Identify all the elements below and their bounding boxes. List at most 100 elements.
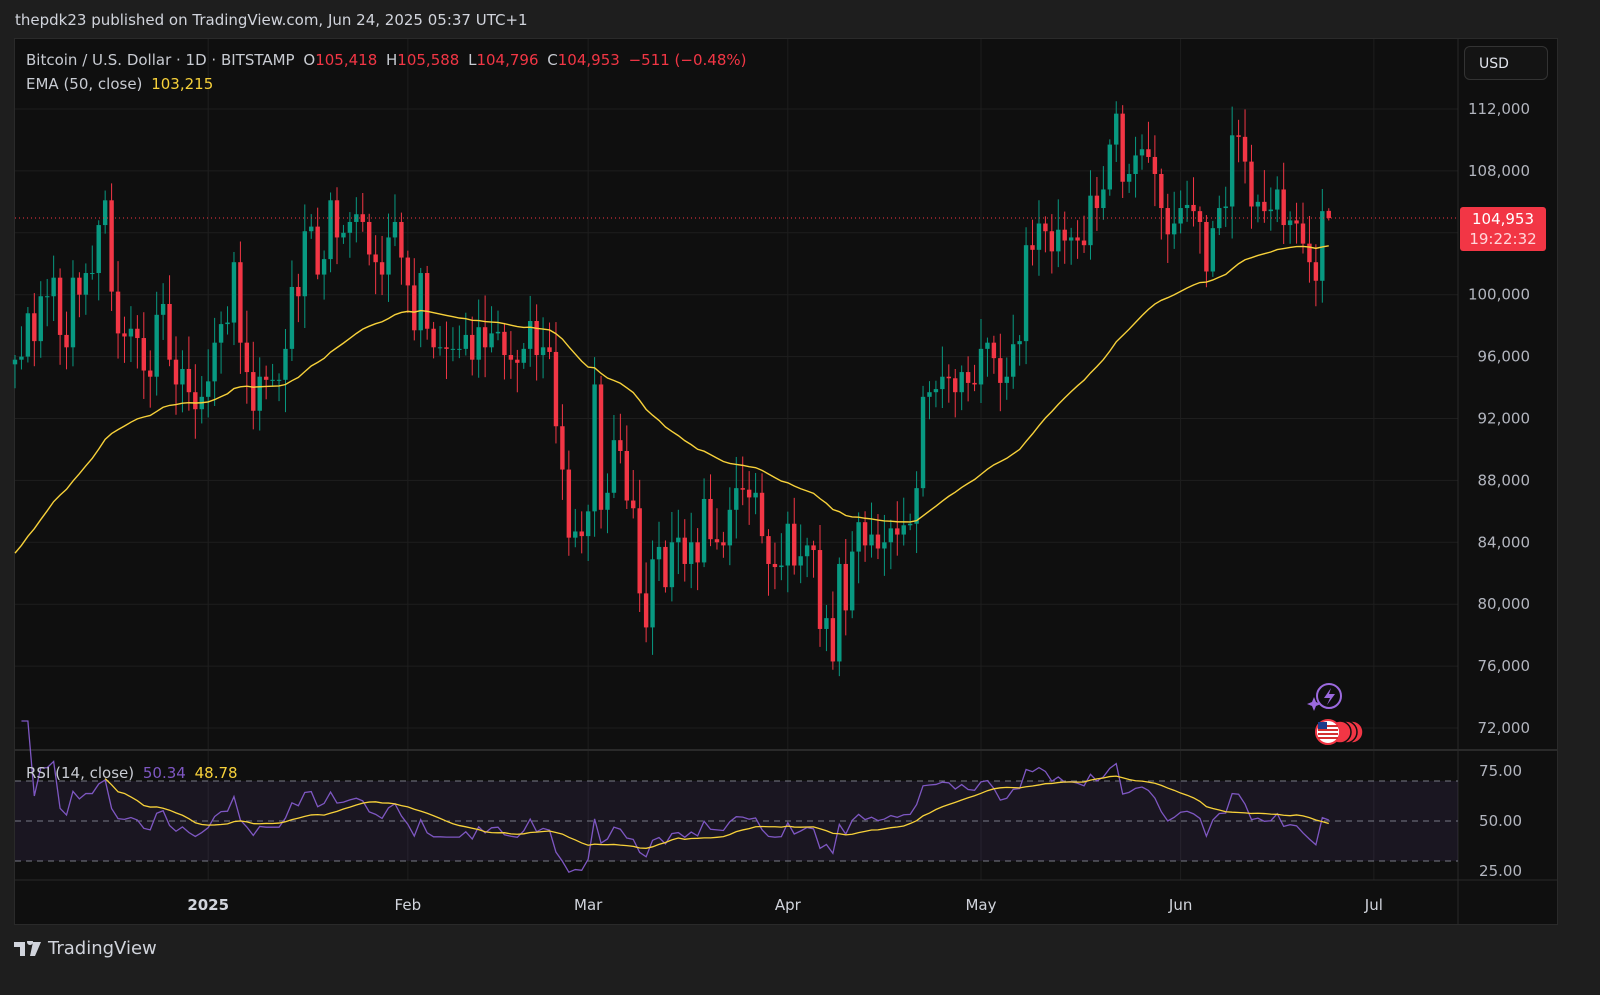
candle-body [270,379,275,381]
candle [283,328,288,413]
candle-body [38,296,43,342]
flag-stripe [1318,737,1338,739]
candle-body [1300,223,1306,244]
candle-body [1088,195,1093,246]
candle-body [399,221,404,258]
candle-body [547,347,552,352]
time-tick-label: May [965,896,996,914]
candle-body [869,534,874,546]
candle-body [1326,210,1331,219]
candle [412,258,417,341]
candle [1036,200,1042,276]
candle-body [817,550,823,629]
candle-body [856,522,861,552]
close-value: 104,953 [557,51,620,69]
candle [985,337,990,377]
candle [631,470,636,519]
candle-body [289,286,295,349]
ema-label[interactable]: EMA (50, close) [26,75,142,93]
candle [90,245,95,280]
candle-body [102,200,108,226]
candle [276,373,282,402]
candle-body [624,450,629,501]
candle [476,299,481,378]
candle-body [985,342,990,349]
candle-body [592,384,597,512]
candle-body [566,469,572,538]
candle-body [489,333,494,348]
candle-body [1043,223,1048,232]
candle-body [579,531,584,537]
candle [676,509,681,575]
candle-body [32,313,37,342]
symbol-name[interactable]: Bitcoin / U.S. Dollar · 1D · BITSTAMP [26,51,295,69]
candle-body [122,333,127,337]
candle [379,235,385,296]
candle [38,281,43,358]
candle [495,310,501,341]
candle-body [482,327,488,348]
candle [1062,211,1067,264]
candle [1326,208,1331,221]
candle [263,365,269,400]
candle-body [1120,113,1125,182]
candle-body [888,528,894,543]
candle [656,521,662,581]
price-tick-label: 100,000 [1468,286,1530,304]
candle-body [1223,206,1228,209]
candle [354,197,359,243]
candle-body [45,296,50,298]
candle [1197,206,1203,254]
ema-legend: EMA (50, close) 103,215 [26,75,217,93]
candle [553,322,559,444]
candle [759,473,765,544]
candle [1287,211,1293,244]
candle [1068,227,1074,265]
candle [96,220,101,301]
candle [386,213,391,302]
candle [869,502,874,558]
candle-body [779,565,784,568]
candle-body [560,426,565,470]
chart-canvas[interactable]: 112,000108,000104,000100,00096,00092,000… [0,0,1600,995]
candle [489,306,494,353]
candle [508,331,514,379]
candle-body [792,523,797,566]
candle-body [412,285,417,331]
candle-body [605,492,610,510]
candle-body [611,440,617,493]
rsi-label[interactable]: RSI (14, close) [26,764,134,782]
candle-body [167,303,172,360]
candle [727,487,733,566]
candle [566,450,572,556]
candle [167,275,172,367]
tradingview-logo[interactable]: TradingView [14,938,157,959]
candle-body [850,551,855,611]
price-tick-label: 76,000 [1478,657,1531,675]
candle [708,474,713,547]
flag-canton [1318,722,1327,729]
candle-body [508,355,514,360]
candle-body [682,537,687,564]
currency-button[interactable]: USD [1464,46,1548,80]
candle [32,293,37,367]
candle-body [1268,209,1273,212]
candle-body [1242,136,1248,162]
candle [779,533,784,581]
candle [1294,202,1299,244]
candle [895,501,900,556]
candle [1178,190,1183,234]
candle [1114,101,1119,162]
candle-body [708,498,713,540]
candle-body [367,221,372,255]
candle-body [830,618,836,662]
time-tick-label: Jun [1168,896,1192,914]
candle-body [618,440,623,451]
candle-body [309,226,314,232]
candle-body [1236,135,1241,137]
candle [637,479,642,613]
candle-body [25,313,31,357]
rsi-tick-label: 50.00 [1479,812,1522,830]
candle-body [354,214,359,222]
candle [585,504,591,561]
